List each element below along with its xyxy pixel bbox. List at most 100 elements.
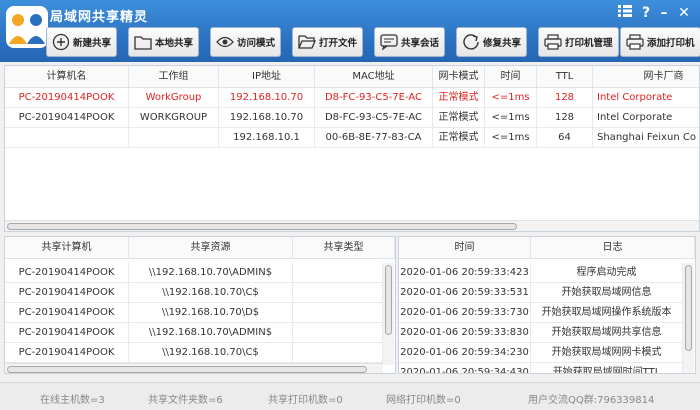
host-row[interactable]: 192.168.10.1 00-6B-8E-77-83-CA 正常模式 <=1m… xyxy=(5,128,699,148)
log-row[interactable]: 2020-01-06 20:59:33:830 开始获取局域网共享信息 xyxy=(399,323,695,343)
col-log-time[interactable]: 时间 xyxy=(399,237,531,258)
host-name xyxy=(5,128,129,147)
shares-table: 共享计算机 共享资源 共享类型 PC-20190414POOK \\192.16… xyxy=(4,236,396,374)
share-type xyxy=(293,323,383,342)
col-workgroup[interactable]: 工作组 xyxy=(129,66,219,87)
host-row[interactable]: PC-20190414POOK WorkGroup 192.168.10.70 … xyxy=(5,88,699,108)
share-row[interactable]: PC-20190414POOK \\192.168.10.70\C$ xyxy=(5,343,395,363)
app-title: 局域网共享精灵 xyxy=(50,10,149,25)
col-ttl[interactable]: TTL xyxy=(537,66,593,87)
col-log-message[interactable]: 日志 xyxy=(531,237,695,258)
shared-folders-count: 共享文件夹数=6 xyxy=(148,395,223,406)
minimize-icon[interactable]: – xyxy=(656,5,672,21)
log-row[interactable]: 2020-01-06 20:59:33:730 开始获取局域网操作系统版本 xyxy=(399,303,695,323)
plus-circle-icon xyxy=(52,33,70,51)
help-icon[interactable]: ? xyxy=(638,5,654,21)
col-time[interactable]: 时间 xyxy=(485,66,537,87)
host-time: <=1ms xyxy=(485,128,537,147)
share-row[interactable]: PC-20190414POOK \\192.168.10.70\ADMIN$ xyxy=(5,323,395,343)
host-time: <=1ms xyxy=(485,88,537,107)
host-mode: 正常模式 xyxy=(433,128,485,147)
online-hosts-count: 在线主机数=3 xyxy=(40,395,105,406)
hosts-hscroll-thumb[interactable] xyxy=(7,223,517,230)
eye-icon xyxy=(216,36,234,48)
shares-hscroll-thumb[interactable] xyxy=(7,366,367,373)
chat-icon xyxy=(380,34,398,50)
host-row[interactable]: PC-20190414POOK WORKGROUP 192.168.10.70 … xyxy=(5,108,699,128)
repair-share-button[interactable]: 修复共享 xyxy=(456,27,528,57)
log-time: 2020-01-06 20:59:33:531 xyxy=(399,283,531,302)
col-vendor[interactable]: 网卡厂商 xyxy=(593,66,699,87)
shares-vscrollbar[interactable] xyxy=(383,263,394,365)
share-session-label: 共享会话 xyxy=(401,38,440,49)
log-time: 2020-01-06 20:59:33:730 xyxy=(399,303,531,322)
share-computer: PC-20190414POOK xyxy=(5,283,129,302)
host-time: <=1ms xyxy=(485,108,537,127)
share-row[interactable]: PC-20190414POOK \\192.168.10.70\ADMIN$ xyxy=(5,263,395,283)
col-mac[interactable]: MAC地址 xyxy=(315,66,433,87)
share-computer: PC-20190414POOK xyxy=(5,303,129,322)
log-message: 开始获取局域网网卡模式 xyxy=(531,343,683,362)
host-workgroup: WorkGroup xyxy=(129,88,219,107)
access-mode-label: 访问模式 xyxy=(237,38,276,49)
hosts-hscrollbar[interactable] xyxy=(5,220,699,231)
hosts-table: 计算机名 工作组 IP地址 MAC地址 网卡模式 时间 TTL 网卡厂商 PC-… xyxy=(4,65,700,232)
log-row[interactable]: 2020-01-06 20:59:33:423 程序启动完成 xyxy=(399,263,695,283)
share-type xyxy=(293,263,383,282)
printer-icon xyxy=(544,34,562,50)
host-mode: 正常模式 xyxy=(433,108,485,127)
host-name: PC-20190414POOK xyxy=(5,88,129,107)
log-header: 时间 日志 xyxy=(399,237,695,259)
share-type xyxy=(293,343,383,362)
host-ttl: 128 xyxy=(537,88,593,107)
share-resource: \\192.168.10.70\C$ xyxy=(129,283,293,302)
share-computer: PC-20190414POOK xyxy=(5,343,129,362)
shares-hscrollbar[interactable] xyxy=(5,363,383,373)
add-printer-button[interactable]: 添加打印机 xyxy=(620,27,700,57)
log-vscroll-thumb[interactable] xyxy=(685,265,692,351)
host-vendor: Intel Corporate xyxy=(593,108,699,127)
local-share-label: 本地共享 xyxy=(155,38,194,49)
col-computer-name[interactable]: 计算机名 xyxy=(5,66,129,87)
open-file-label: 打开文件 xyxy=(319,38,358,49)
repair-share-label: 修复共享 xyxy=(483,38,522,49)
log-table: 时间 日志 2020-01-06 20:59:33:423 程序启动完成 202… xyxy=(398,236,696,374)
new-share-label: 新建共享 xyxy=(73,38,112,49)
open-file-button[interactable]: 打开文件 xyxy=(292,27,364,57)
share-computer: PC-20190414POOK xyxy=(5,263,129,282)
share-row[interactable]: PC-20190414POOK \\192.168.10.70\C$ xyxy=(5,283,395,303)
log-message: 开始获取局域网操作系统版本 xyxy=(531,303,683,322)
log-vscrollbar[interactable] xyxy=(683,263,694,373)
printer-manage-button[interactable]: 打印机管理 xyxy=(538,27,619,57)
share-type xyxy=(293,303,383,322)
share-session-button[interactable]: 共享会话 xyxy=(374,27,446,57)
local-share-button[interactable]: 本地共享 xyxy=(128,27,200,57)
host-workgroup xyxy=(129,128,219,147)
host-ip: 192.168.10.70 xyxy=(219,88,315,107)
col-ip[interactable]: IP地址 xyxy=(219,66,315,87)
log-row[interactable]: 2020-01-06 20:59:34:230 开始获取局域网网卡模式 xyxy=(399,343,695,363)
share-row[interactable]: PC-20190414POOK \\192.168.10.70\D$ xyxy=(5,303,395,323)
col-nic-mode[interactable]: 网卡模式 xyxy=(433,66,485,87)
new-share-button[interactable]: 新建共享 xyxy=(46,27,118,57)
access-mode-button[interactable]: 访问模式 xyxy=(210,27,282,57)
hosts-header: 计算机名 工作组 IP地址 MAC地址 网卡模式 时间 TTL 网卡厂商 xyxy=(5,66,699,88)
share-resource: \\192.168.10.70\ADMIN$ xyxy=(129,263,293,282)
col-share-computer[interactable]: 共享计算机 xyxy=(5,237,129,258)
share-resource: \\192.168.10.70\ADMIN$ xyxy=(129,323,293,342)
log-time: 2020-01-06 20:59:34:430 xyxy=(399,363,531,373)
host-ip: 192.168.10.1 xyxy=(219,128,315,147)
menu-icon[interactable] xyxy=(617,5,633,21)
close-icon[interactable]: ✕ xyxy=(676,5,692,21)
log-row[interactable]: 2020-01-06 20:59:34:430 开始获取局域网时间TTL xyxy=(399,363,695,373)
col-share-resource[interactable]: 共享资源 xyxy=(129,237,293,258)
host-vendor: Shanghai Feixun Co xyxy=(593,128,699,147)
share-resource: \\192.168.10.70\D$ xyxy=(129,303,293,322)
status-bar: 在线主机数=3 共享文件夹数=6 共享打印机数=0 网络打印机数=0 用户交流Q… xyxy=(0,382,700,410)
network-printers-count: 网络打印机数=0 xyxy=(386,395,461,406)
shares-vscroll-thumb[interactable] xyxy=(385,265,392,335)
col-share-type[interactable]: 共享类型 xyxy=(293,237,395,258)
log-time: 2020-01-06 20:59:33:830 xyxy=(399,323,531,342)
log-row[interactable]: 2020-01-06 20:59:33:531 开始获取局域网信息 xyxy=(399,283,695,303)
title-bar: 局域网共享精灵 ? – ✕ 新建共享 本地共享 访问模式 打开文件 共享会话 修… xyxy=(0,0,700,62)
